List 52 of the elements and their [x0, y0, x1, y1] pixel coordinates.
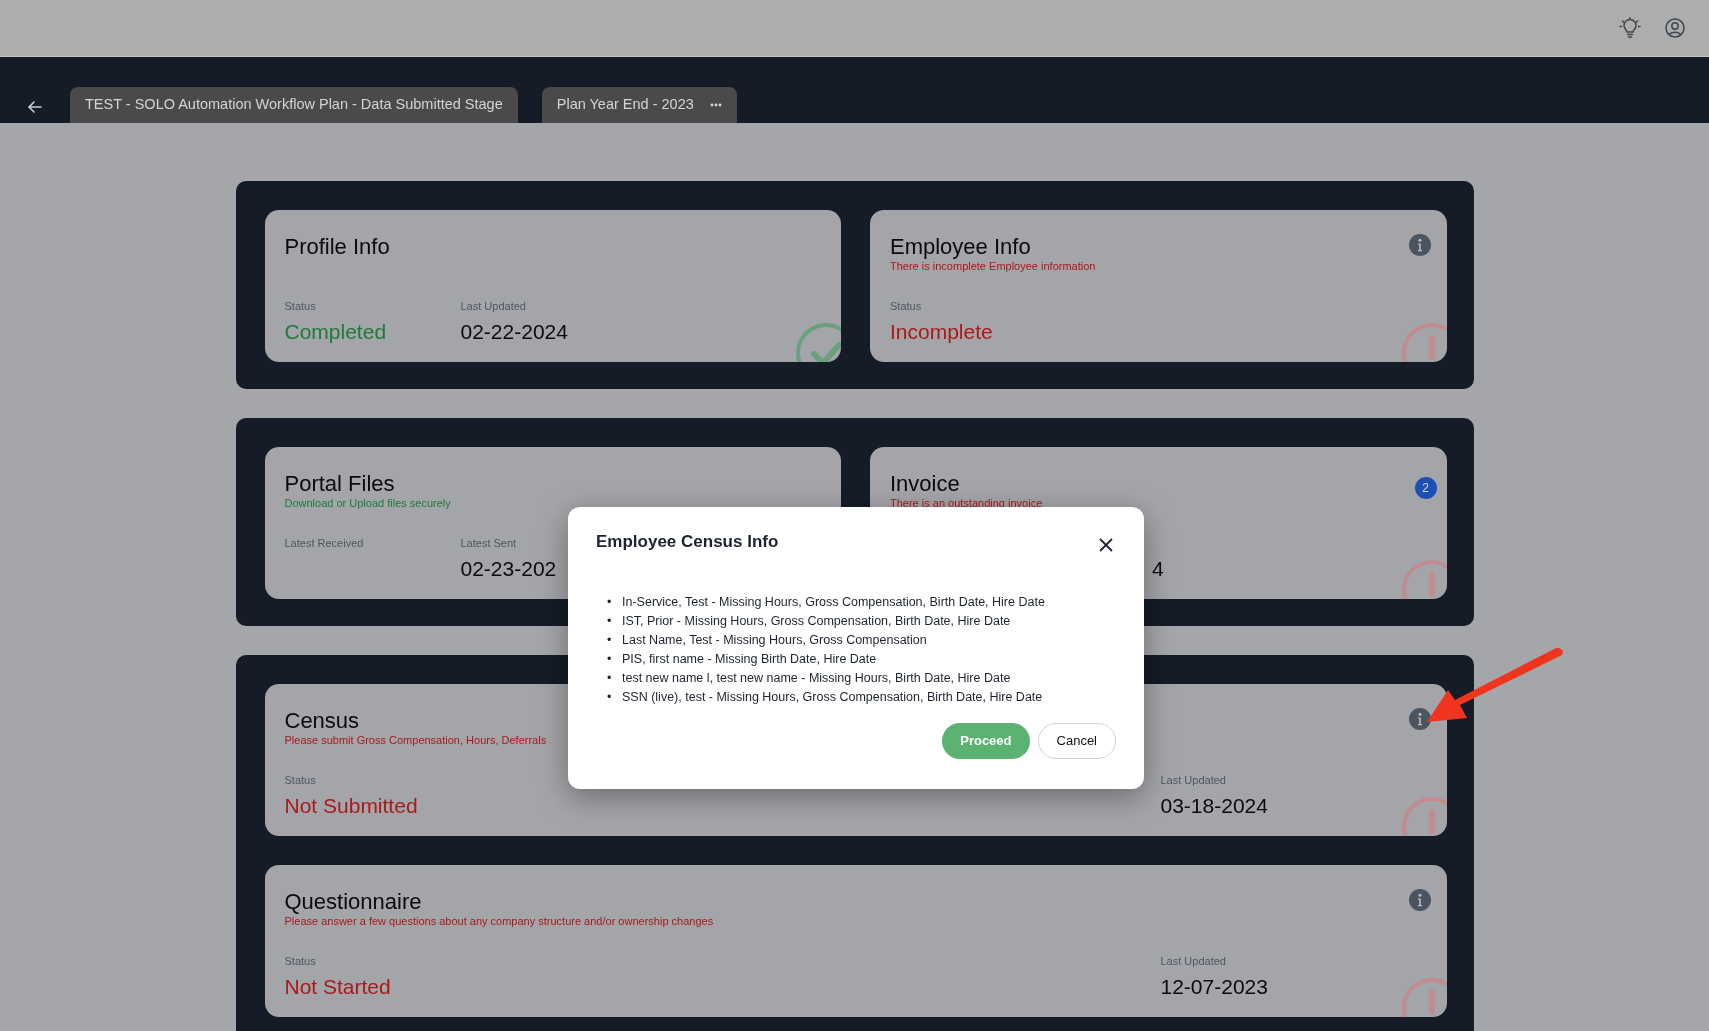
card-subtitle: Download or Upload files securely	[284, 496, 451, 511]
bullet-mark: •	[607, 669, 613, 687]
card-title: Questionnaire	[284, 889, 422, 915]
list-item: test new name l, test new name - Missing Hours, Birth Date, Hire Date	[622, 670, 1011, 685]
bullet-mark: •	[607, 688, 613, 706]
modal-title: Employee Census Info	[596, 531, 779, 553]
card-title: Profile Info	[284, 234, 390, 260]
info-icon[interactable]	[1408, 234, 1431, 256]
card-subtitle: There is incomplete Employee information	[890, 259, 1096, 274]
field-value: 03-18-2024	[1160, 792, 1268, 818]
field-label: Last Updated	[1160, 954, 1226, 970]
info-icon[interactable]	[1408, 889, 1431, 911]
field-value: Completed	[284, 318, 387, 344]
count-badge: 2	[1414, 477, 1437, 499]
field-label: Status	[890, 299, 922, 315]
card-title: Employee Info	[890, 234, 1031, 260]
card-title: Census	[284, 708, 360, 734]
tab[interactable]: TEST - SOLO Automation Workflow Plan - Data Submitted Stage	[70, 87, 518, 123]
lightbulb-icon[interactable]	[1619, 17, 1641, 39]
bullet-mark: •	[607, 650, 613, 668]
list-item: Last Name, Test - Missing Hours, Gross Compensation	[622, 632, 927, 647]
bullet-mark: •	[607, 612, 613, 630]
list-item: SSN (live), test - Missing Hours, Gross Compensation, Birth Date, Hire Date	[622, 689, 1043, 704]
user-avatar-icon[interactable]	[1665, 18, 1685, 38]
field-label: Status	[284, 954, 316, 970]
bullet-mark: •	[607, 631, 613, 649]
list-item: IST, Prior - Missing Hours, Gross Compensation, Birth Date, Hire Date	[622, 613, 1011, 628]
field-value: 4	[1152, 555, 1164, 581]
field-label: Latest Sent	[460, 536, 517, 552]
cancel-button[interactable]: Cancel	[1037, 722, 1116, 759]
field-label: Last Updated	[460, 299, 526, 315]
card-subtitle: There is an outstanding invoice	[890, 496, 1043, 511]
field-value: Not Submitted	[284, 792, 418, 818]
field-value: 02-22-2024	[460, 318, 568, 344]
card-title: Portal Files	[284, 471, 395, 497]
field-label: Status	[284, 773, 316, 789]
info-icon[interactable]	[1408, 708, 1431, 730]
field-label: Status	[284, 299, 316, 315]
card-subtitle: Please answer a few questions about any company structure and/or ownership changes	[284, 914, 714, 929]
more-icon[interactable]	[709, 103, 722, 107]
list-item: PIS, first name - Missing Birth Date, Hire Date	[622, 651, 877, 666]
card-title: Invoice	[890, 471, 960, 497]
field-label: Latest Received	[284, 536, 364, 552]
field-value: 02-23-202	[460, 555, 557, 581]
tab[interactable]: Plan Year End - 2023	[541, 87, 737, 123]
field-value: Incomplete	[890, 318, 993, 344]
field-label: Last Updated	[1160, 773, 1226, 789]
bullet-mark: •	[607, 593, 613, 611]
field-value: Not Started	[284, 973, 391, 999]
card-subtitle: Please submit Gross Compensation, Hours, Deferrals	[284, 733, 547, 748]
list-item: In-Service, Test - Missing Hours, Gross Compensation, Birth Date, Hire Date	[622, 594, 1045, 609]
field-value: 12-07-2023	[1160, 973, 1268, 999]
